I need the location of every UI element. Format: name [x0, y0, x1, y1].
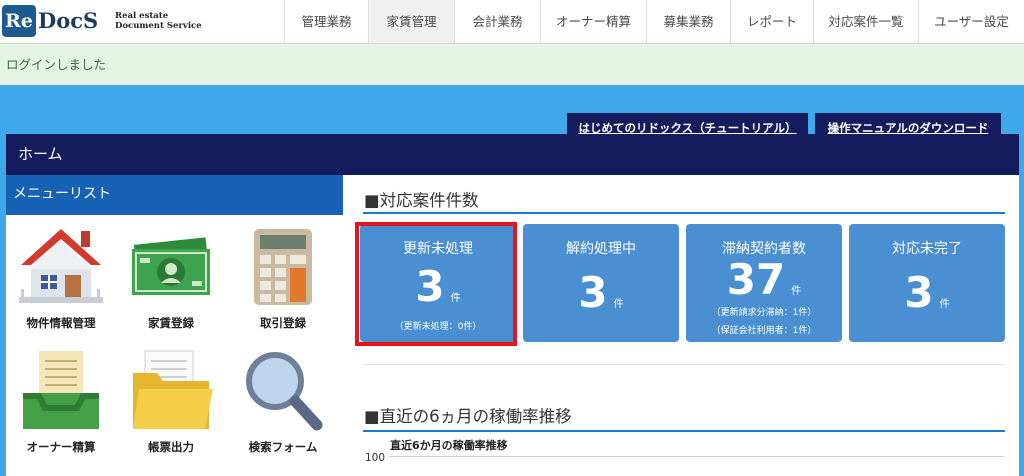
redocs-logo-text[interactable]: DocS [38, 5, 98, 37]
unresolved-cases-card[interactable]: 対応未完了 3件 [849, 224, 1005, 342]
logo-subtitle-line1: Real estate [115, 11, 169, 21]
nav-item-owner-settlement[interactable]: オーナー精算 [540, 0, 646, 43]
home-header: ホーム [6, 134, 1019, 175]
nav-item-user-settings[interactable]: ユーザー設定 [918, 0, 1024, 43]
renewal-card-highlight-box [355, 222, 517, 346]
delinquent-contracts-card[interactable]: 滞納契約者数 37 件 （更新請求分滞納：1件） （保証会社利用者：1件） [686, 224, 842, 342]
case-count-section-title: ■対応案件件数 [364, 191, 479, 210]
chart-y-tick-label: 100 [365, 452, 386, 464]
menu-label-rent: 家賃登録 [148, 316, 194, 330]
card-note: （更新請求分滞納：1件） [711, 308, 817, 318]
count-value: 3 [578, 268, 608, 317]
cancellation-in-progress-card[interactable]: 解約処理中 3件 [523, 224, 679, 342]
banknote-icon [132, 237, 211, 295]
menu-label-search-form: 検索フォーム [248, 440, 318, 454]
menu-list-header: メニューリスト [6, 175, 343, 215]
redocs-logo-mark[interactable]: Re [2, 5, 36, 37]
card-note: （保証会社利用者：1件） [711, 326, 817, 336]
inbox-tray-icon [23, 351, 99, 429]
house-icon [19, 229, 103, 303]
nav-item-management[interactable]: 管理業務 [284, 0, 368, 43]
logo-subtitle: Real estate Document Service [115, 11, 202, 31]
count-unit: 件 [939, 299, 950, 310]
logo-subtitle-line2: Document Service [115, 21, 202, 31]
occupancy-section-title: ■直近の6ヵ月の稼働率推移 [364, 407, 572, 426]
card-count: 3件 [523, 269, 679, 329]
folder-icon [133, 350, 213, 429]
nav-item-rent-management[interactable]: 家賃管理 [368, 0, 454, 43]
menu-label-property: 物件情報管理 [26, 316, 96, 330]
login-status-bar: ログインしました [0, 44, 1024, 85]
menu-list-title: メニューリスト [13, 186, 111, 202]
occupancy-chart-title: 直近6か月の稼働率推移 [390, 439, 508, 452]
menu-item-transaction[interactable]: 取引登録 [228, 227, 338, 333]
case-count-divider [363, 212, 1005, 214]
card-count: 3件 [849, 269, 1005, 329]
top-navigation-bar: Re DocS Real estate Document Service 管理業… [0, 0, 1024, 44]
menu-item-owner-settlement[interactable]: オーナー精算 [6, 349, 116, 459]
menu-item-search-form[interactable]: 検索フォーム [228, 349, 338, 459]
menu-label-report-output: 帳票出力 [148, 440, 194, 454]
count-unit: 件 [613, 299, 624, 310]
menu-item-rent[interactable]: 家賃登録 [116, 227, 226, 333]
main-nav: 管理業務 家賃管理 会計業務 オーナー精算 募集業務 レポート 対応案件一覧 ユ… [284, 0, 1024, 43]
nav-item-report[interactable]: レポート [730, 0, 813, 43]
menu-label-transaction: 取引登録 [260, 316, 306, 330]
magnifier-icon [246, 352, 323, 431]
count-value: 3 [904, 268, 934, 317]
menu-list-panel: メニューリスト 物件情報管理 家賃登録 取引登録 オーナー精算 帳票出力 検索フ… [6, 175, 343, 476]
nav-item-recruitment[interactable]: 募集業務 [646, 0, 730, 43]
occupancy-divider [363, 430, 1005, 432]
menu-item-report-output[interactable]: 帳票出力 [116, 349, 226, 459]
menu-label-owner-settlement: オーナー精算 [26, 440, 96, 454]
chart-gridline [389, 456, 1004, 457]
nav-item-accounting[interactable]: 会計業務 [454, 0, 540, 43]
calculator-icon [254, 229, 312, 305]
card-title: 対応未完了 [892, 241, 962, 257]
count-unit: 件 [791, 286, 802, 297]
count-value: 37 [726, 255, 786, 304]
login-message: ログインしました [6, 57, 107, 72]
nav-item-case-list[interactable]: 対応案件一覧 [813, 0, 918, 43]
menu-item-property[interactable]: 物件情報管理 [6, 227, 116, 333]
page-title: ホーム [18, 145, 63, 163]
section-separator [363, 364, 1005, 365]
card-title: 解約処理中 [566, 241, 636, 257]
